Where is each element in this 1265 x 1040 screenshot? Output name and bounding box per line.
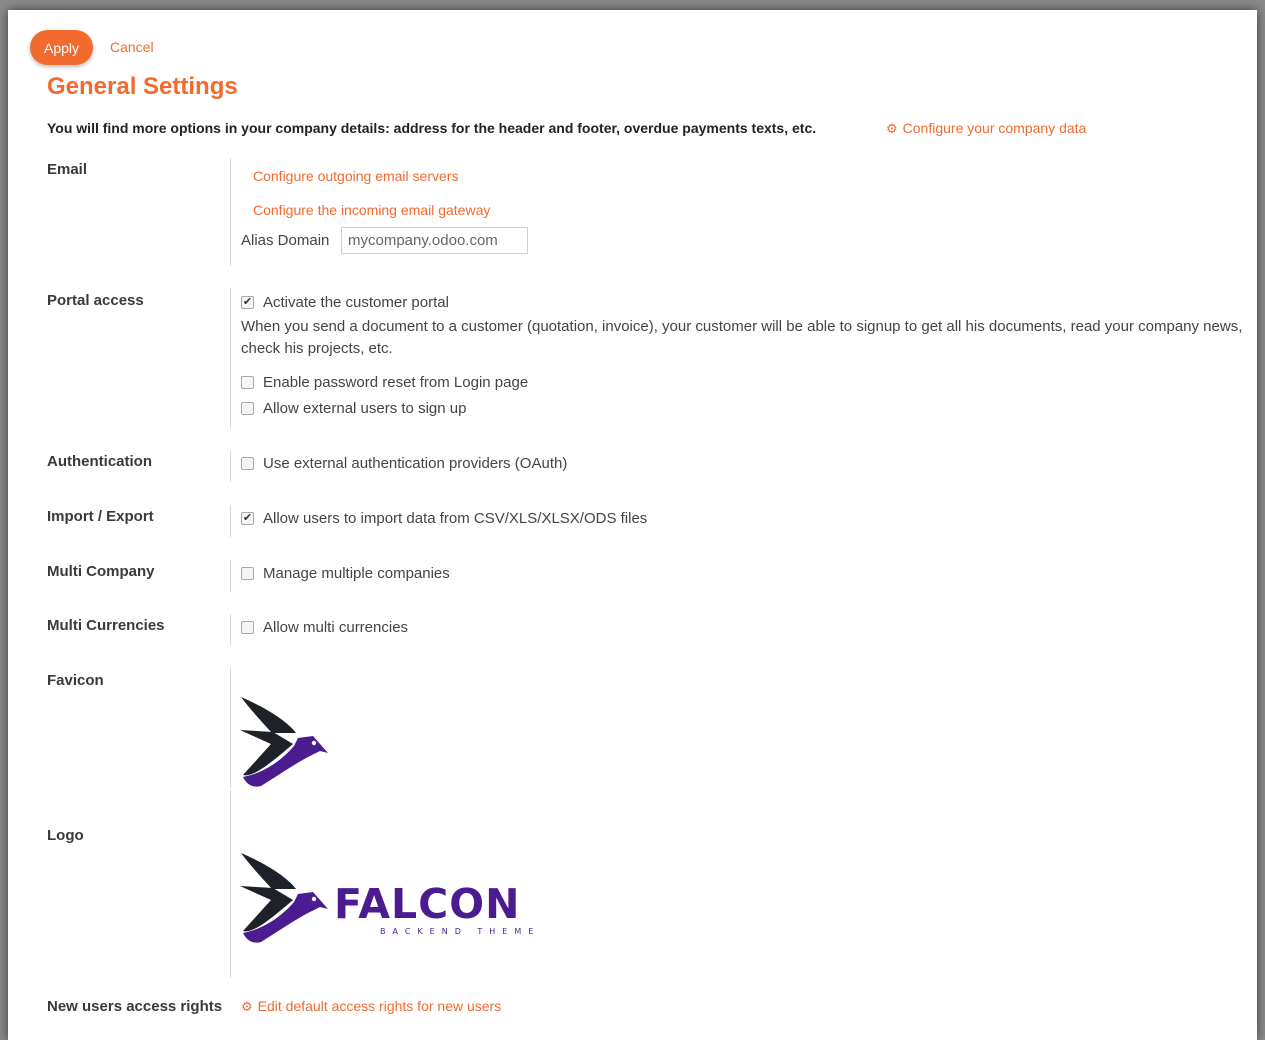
multi-currencies-checkbox[interactable] [241,621,254,634]
edit-access-rights-label: Edit default access rights for new users [257,998,502,1014]
alias-domain-input[interactable] [341,227,528,254]
password-reset-text: Enable password reset from Login page [263,374,529,391]
outgoing-email-servers-link[interactable]: Configure outgoing email servers [253,168,458,184]
logo-tagline-text: BACKEND THEME [380,927,541,936]
falcon-bird-icon [240,853,328,943]
multi-currencies-label: Multi Currencies [47,617,165,634]
new-users-access-label: New users access rights [47,998,223,1015]
oauth-option: Use external authentication providers (O… [241,455,567,472]
portal-access-label: Portal access [47,292,144,309]
apply-button[interactable]: Apply [30,30,93,65]
oauth-text: Use external authentication providers (O… [263,455,568,472]
company-details-intro: You will find more options in your compa… [47,120,817,136]
configure-company-link[interactable]: ⚙ Configure your company data [886,120,1086,137]
multi-currencies-option: Allow multi currencies [241,619,408,636]
authentication-divider [230,450,231,482]
settings-sheet: Apply Cancel General Settings You will f… [8,10,1257,1040]
multi-company-label: Multi Company [47,563,155,580]
activate-portal-checkbox[interactable]: ✔ [241,296,254,309]
import-export-divider [230,505,231,537]
password-reset-checkbox[interactable] [241,376,254,389]
gears-icon: ⚙ [886,121,898,136]
oauth-checkbox[interactable] [241,457,254,470]
favicon-divider [230,668,231,788]
configure-company-label: Configure your company data [902,120,1087,136]
logo-brand-text: FALCON [334,880,521,928]
import-data-option: ✔ Allow users to import data from CSV/XL… [241,510,647,527]
external-signup-text: Allow external users to sign up [263,400,467,417]
password-reset-option: Enable password reset from Login page [241,374,528,391]
import-data-text: Allow users to import data from CSV/XLS/… [263,510,648,527]
multi-company-text: Manage multiple companies [263,565,450,582]
edit-access-rights-link[interactable]: ⚙ Edit default access rights for new user… [241,998,501,1015]
multi-company-option: Manage multiple companies [241,565,450,582]
favicon-label: Favicon [47,672,104,689]
external-signup-option: Allow external users to sign up [241,400,466,417]
logo-divider [230,790,231,978]
email-divider [230,158,231,266]
page-title: General Settings [47,73,238,100]
portal-divider [230,288,231,428]
import-export-label: Import / Export [47,508,154,525]
activate-portal-text: Activate the customer portal [263,294,449,311]
multi-currencies-divider [230,614,231,646]
alias-domain-label: Alias Domain [241,232,330,249]
multi-company-checkbox[interactable] [241,567,254,580]
cancel-button[interactable]: Cancel [110,39,154,55]
import-data-checkbox[interactable]: ✔ [241,512,254,525]
authentication-label: Authentication [47,453,152,470]
incoming-email-gateway-link[interactable]: Configure the incoming email gateway [253,202,490,218]
favicon-image[interactable] [238,690,338,790]
activate-portal-option: ✔ Activate the customer portal [241,294,449,311]
logo-label: Logo [47,827,84,844]
logo-image[interactable]: FALCON BACKEND THEME [238,846,558,946]
gears-icon: ⚙ [241,999,253,1014]
multi-currencies-text: Allow multi currencies [263,619,409,636]
email-label: Email [47,161,88,178]
multi-company-divider [230,560,231,592]
external-signup-checkbox[interactable] [241,402,254,415]
portal-description: When you send a document to a customer (… [241,318,1243,357]
